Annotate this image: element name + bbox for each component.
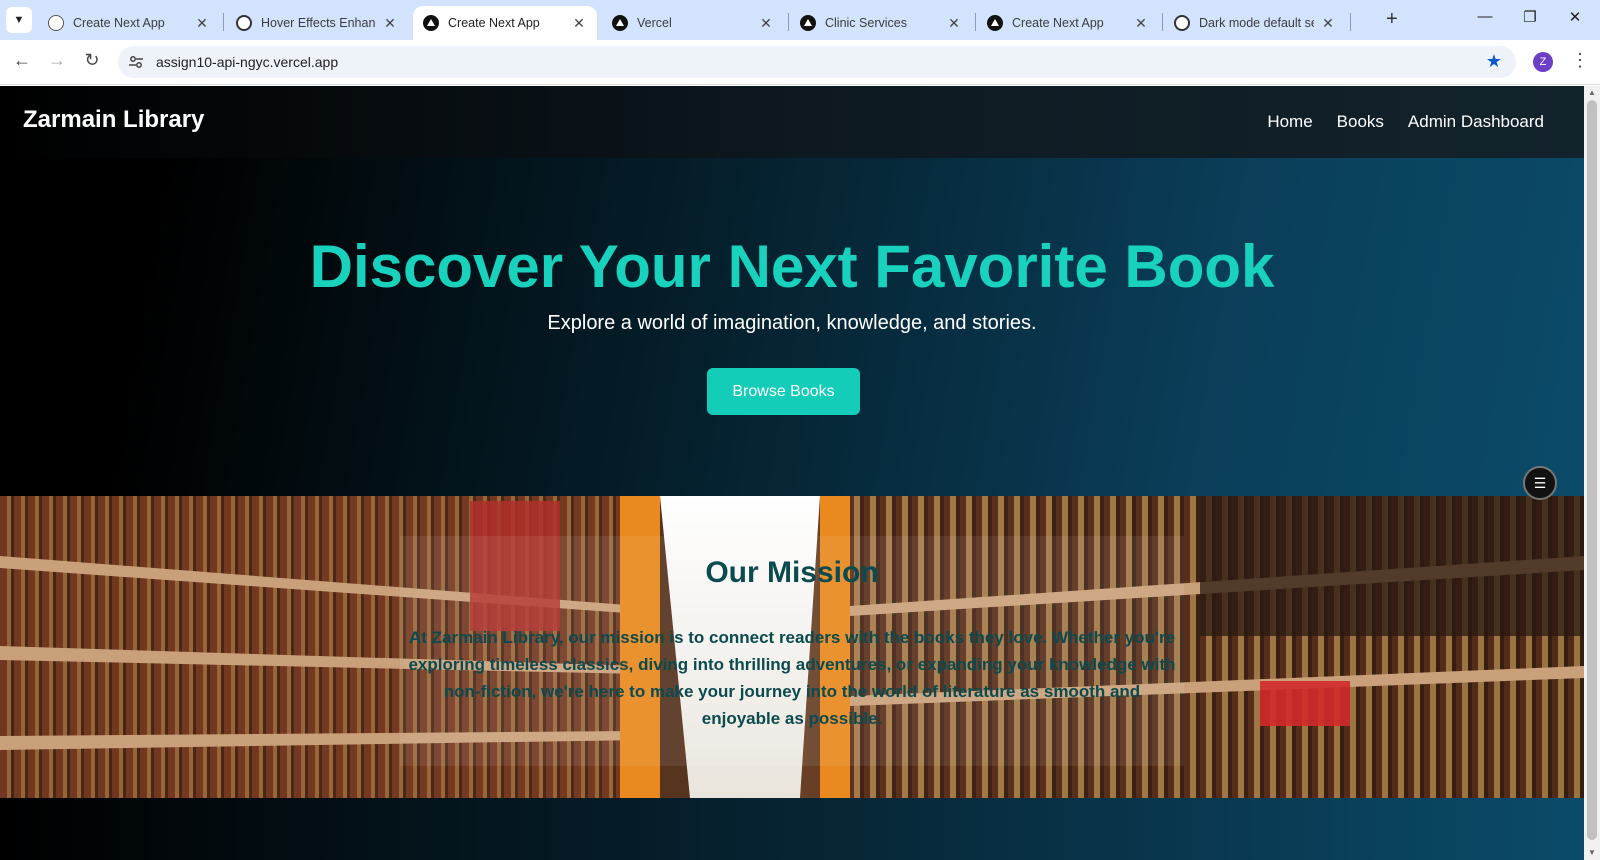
tab-divider [1162, 13, 1163, 31]
page-viewport: Zarmain Library Home Books Admin Dashboa… [0, 86, 1584, 860]
close-icon[interactable]: ✕ [1133, 15, 1149, 32]
address-bar-row: ← → ↻ assign10-api-ngyc.vercel.app ★ Z ⋮ [0, 40, 1600, 85]
reload-icon[interactable]: ↻ [80, 50, 104, 71]
chevron-down-icon: ▼ [13, 14, 25, 26]
tab-divider [975, 13, 976, 31]
tab-title: Hover Effects Enhance [261, 16, 376, 30]
hero-section: Discover Your Next Favorite Book Explore… [0, 158, 1584, 496]
vercel-icon [612, 15, 628, 31]
tab-divider [1350, 13, 1351, 31]
minimize-icon[interactable]: — [1470, 8, 1500, 25]
vercel-icon [987, 15, 1003, 31]
mission-section: Our Mission At Zarmain Library, our miss… [0, 496, 1584, 798]
browser-tab-bar: ▼ Create Next App ✕ Hover Effects Enhanc… [0, 0, 1600, 40]
nav-links: Home Books Admin Dashboard [1267, 112, 1544, 132]
close-icon[interactable]: ✕ [571, 15, 587, 32]
tab-title: Clinic Services [825, 16, 907, 30]
close-icon[interactable]: ✕ [946, 15, 962, 32]
close-icon[interactable]: ✕ [382, 15, 398, 32]
browser-tab[interactable]: Hover Effects Enhance ✕ [226, 6, 408, 40]
browser-tab[interactable]: Vercel ✕ [602, 6, 784, 40]
close-icon[interactable]: ✕ [1320, 15, 1336, 32]
page-scrollbar[interactable]: ▲ ▼ [1584, 86, 1600, 860]
back-icon[interactable]: ← [10, 50, 34, 71]
site-settings-icon[interactable] [128, 54, 144, 70]
scroll-up-icon[interactable]: ▲ [1588, 88, 1596, 97]
tab-title: Dark mode default set [1199, 16, 1314, 30]
mission-body: At Zarmain Library, our mission is to co… [408, 628, 1176, 728]
scrollbar-thumb[interactable] [1587, 100, 1597, 840]
close-icon[interactable]: ✕ [758, 15, 774, 32]
forward-icon[interactable]: → [45, 50, 69, 71]
omnibox[interactable]: assign10-api-ngyc.vercel.app ★ [118, 46, 1516, 78]
close-window-icon[interactable]: ✕ [1560, 8, 1590, 26]
tab-search-button[interactable]: ▼ [6, 7, 32, 33]
browse-books-button[interactable]: Browse Books [707, 368, 860, 415]
settings-toggle-icon[interactable]: ☰ [1523, 466, 1557, 500]
browser-tab[interactable]: Clinic Services ✕ [790, 6, 972, 40]
site-logo[interactable]: Zarmain Library [23, 106, 204, 134]
mission-heading: Our Mission [705, 556, 879, 589]
vercel-icon [423, 15, 439, 31]
browser-tab-active[interactable]: Create Next App ✕ [413, 6, 597, 40]
menu-dots-icon[interactable]: ⋮ [1571, 50, 1589, 71]
url-text[interactable]: assign10-api-ngyc.vercel.app [156, 54, 338, 70]
close-icon[interactable]: ✕ [194, 15, 210, 32]
hero-subtitle: Explore a world of imagination, knowledg… [547, 312, 1037, 334]
browser-tab[interactable]: Create Next App ✕ [977, 6, 1159, 40]
tab-title: Create Next App [1012, 16, 1104, 30]
openai-icon [236, 15, 252, 31]
tab-divider [223, 13, 224, 31]
bookmark-star-icon[interactable]: ★ [1486, 51, 1502, 72]
globe-icon [48, 15, 64, 31]
hero-title: Discover Your Next Favorite Book [309, 233, 1275, 300]
browser-tab[interactable]: Create Next App ✕ [38, 6, 220, 40]
tab-title: Create Next App [73, 16, 165, 30]
browser-tab[interactable]: Dark mode default set ✕ [1164, 6, 1346, 40]
nav-link-books[interactable]: Books [1337, 112, 1384, 132]
new-tab-button[interactable]: + [1386, 8, 1398, 31]
vercel-icon [800, 15, 816, 31]
nav-link-home[interactable]: Home [1267, 112, 1312, 132]
tab-title: Vercel [637, 16, 672, 30]
next-section [0, 798, 1584, 860]
tab-title: Create Next App [448, 16, 540, 30]
scroll-down-icon[interactable]: ▼ [1588, 848, 1596, 857]
tab-divider [788, 13, 789, 31]
profile-avatar[interactable]: Z [1533, 52, 1553, 72]
openai-icon [1174, 15, 1190, 31]
site-navbar: Zarmain Library Home Books Admin Dashboa… [0, 86, 1584, 158]
restore-icon[interactable]: ❐ [1515, 8, 1545, 26]
nav-link-admin-dashboard[interactable]: Admin Dashboard [1408, 112, 1544, 132]
